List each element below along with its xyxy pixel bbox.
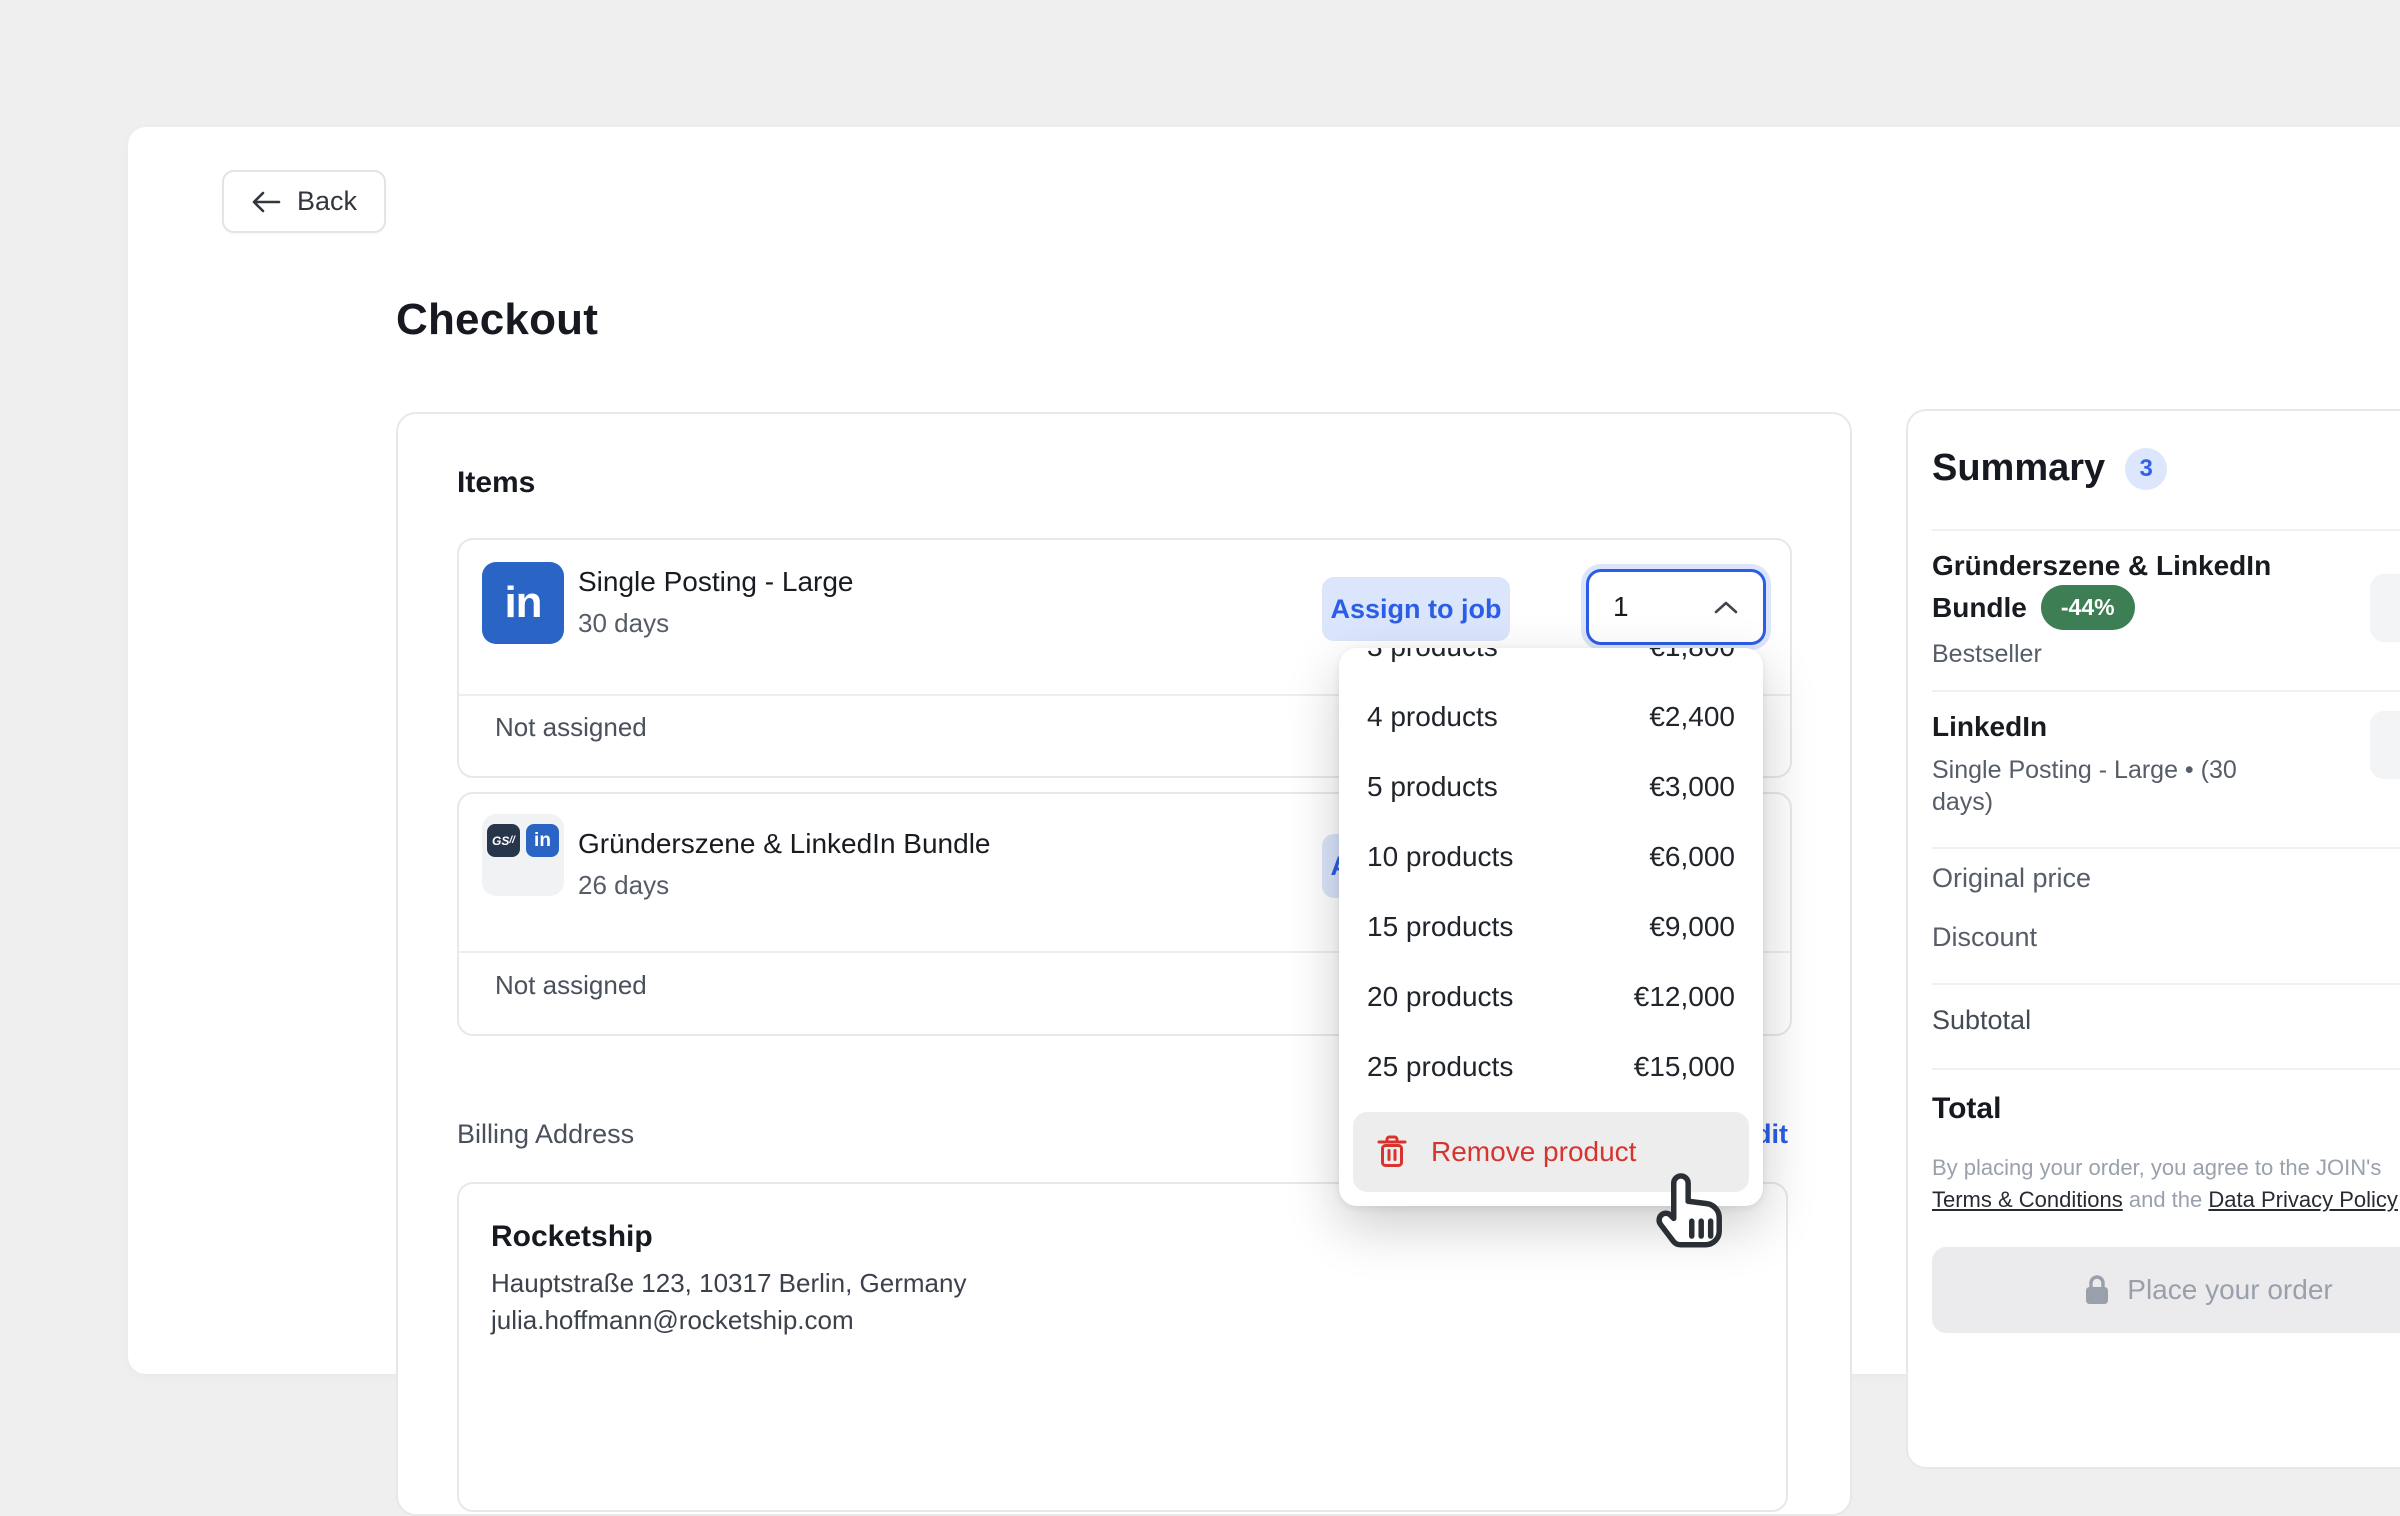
summary-item-title: LinkedIn [1932,708,2262,746]
terms-conditions-link[interactable]: Terms & Conditions [1932,1187,2123,1212]
page-title: Checkout [396,295,598,345]
data-privacy-link[interactable]: Data Privacy Policy [2208,1187,2398,1212]
remove-product-label: Remove product [1431,1136,1636,1168]
quantity-option-price: €9,000 [1649,911,1735,943]
summary-heading: Summary 3 [1932,447,2167,490]
quantity-stepper[interactable]: 1 [1586,569,1766,645]
quantity-option-label: 25 products [1367,1051,1513,1083]
quantity-option[interactable]: 10 products €6,000 [1339,822,1763,892]
divider [1932,529,2400,531]
back-label: Back [297,186,357,217]
linkedin-icon: in [526,824,559,857]
total-label: Total [1932,1092,2001,1126]
terms-text: By placing your order, you agree to the … [1932,1152,2400,1216]
quantity-option-label: 4 products [1367,701,1498,733]
arrow-left-icon [251,190,281,214]
place-order-label: Place your order [2127,1274,2332,1306]
product-name: Single Posting - Large [578,566,854,598]
product-duration: 30 days [578,608,669,639]
quantity-option-label: 5 products [1367,771,1498,803]
summary-quantity-box[interactable] [2370,574,2400,642]
quantity-option[interactable]: 3 products €1,800 [1339,648,1763,682]
quantity-option-label: 3 products [1367,648,1498,663]
lock-icon [2083,1274,2111,1306]
linkedin-icon: in [482,562,564,644]
summary-item-subtitle: Bestseller [1932,638,2312,671]
product-name: Gründerszene & LinkedIn Bundle [578,828,991,860]
product-duration: 26 days [578,870,669,901]
summary-quantity-box[interactable] [2370,711,2400,779]
discount-label: Discount [1932,922,2037,953]
trash-icon [1377,1135,1407,1169]
quantity-option[interactable]: 25 products €15,000 [1339,1032,1763,1102]
quantity-dropdown-menu: 3 products €1,800 4 products €2,400 5 pr… [1339,648,1763,1206]
billing-email: julia.hoffmann@rocketship.com [491,1305,854,1336]
divider [1932,1068,2400,1070]
back-button[interactable]: Back [222,170,386,233]
assign-to-job-button[interactable]: Assign to job [1322,577,1510,641]
quantity-option-price: €6,000 [1649,841,1735,873]
place-order-button[interactable]: Place your order [1932,1247,2400,1333]
quantity-option[interactable]: 20 products €12,000 [1339,962,1763,1032]
divider [1932,690,2400,692]
billing-address-card: Rocketship Hauptstraße 123, 10317 Berlin… [457,1182,1788,1512]
quantity-option-label: 20 products [1367,981,1513,1013]
divider [1932,983,2400,985]
quantity-option-price: €12,000 [1634,981,1735,1013]
subtotal-label: Subtotal [1932,1005,2031,1036]
quantity-option-price: €3,000 [1649,771,1735,803]
remove-product-option[interactable]: Remove product [1353,1112,1749,1192]
billing-street: Hauptstraße 123, 10317 Berlin, Germany [491,1268,966,1299]
items-heading: Items [457,466,535,500]
gruenderszene-linkedin-bundle-icon: GS// in [482,814,564,896]
billing-company: Rocketship [491,1220,653,1254]
original-price-label: Original price [1932,863,2091,894]
summary-title: Summary [1932,447,2105,490]
quantity-option[interactable]: 5 products €3,000 [1339,752,1763,822]
quantity-option-price: €1,800 [1649,648,1735,663]
summary-count-badge: 3 [2125,448,2167,490]
quantity-option[interactable]: 4 products €2,400 [1339,682,1763,752]
quantity-option[interactable]: 15 products €9,000 [1339,892,1763,962]
assignment-status: Not assigned [495,712,647,743]
checkout-page-canvas: Back Checkout Items in Single Posting - … [128,127,2400,1374]
summary-panel: Summary 3 Gründerszene & LinkedIn Bundle… [1906,409,2400,1469]
quantity-option-price: €15,000 [1634,1051,1735,1083]
quantity-value: 1 [1613,591,1629,623]
quantity-option-price: €2,400 [1649,701,1735,733]
gruenderszene-icon: GS// [487,824,520,857]
summary-item-linkedin: LinkedIn Single Posting - Large • (30 da… [1932,708,2262,819]
quantity-option-label: 15 products [1367,911,1513,943]
chevron-up-icon [1713,599,1739,615]
quantity-option-label: 10 products [1367,841,1513,873]
summary-item-bundle: Gründerszene & LinkedIn Bundle-44% Bests… [1932,547,2312,670]
summary-item-subtitle: Single Posting - Large • (30 days) [1932,754,2262,819]
billing-address-label: Billing Address [457,1119,634,1150]
divider [1932,847,2400,849]
assignment-status: Not assigned [495,970,647,1001]
discount-badge: -44% [2041,585,2135,630]
